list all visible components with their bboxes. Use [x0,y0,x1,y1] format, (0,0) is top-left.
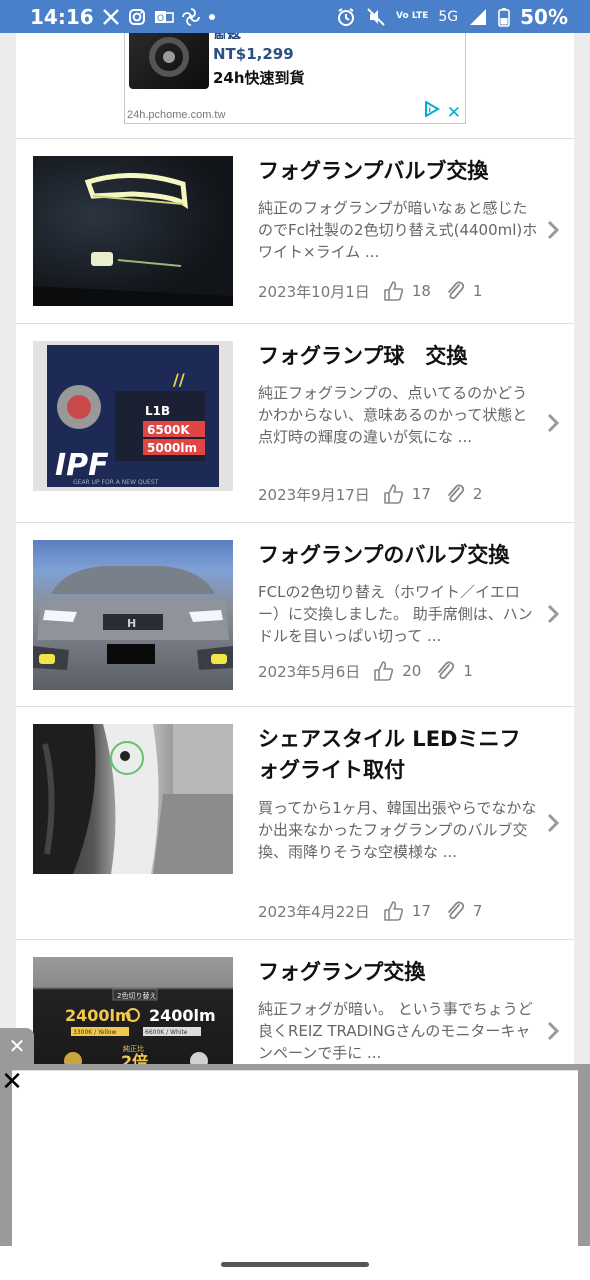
article-date: 2023年9月17日 [258,485,370,504]
instagram-icon [128,8,146,26]
chevron-right-icon[interactable] [546,412,560,434]
list-item[interactable]: // L1B 6500K 5000lm IPF GEAR UP FOR A NE… [16,324,574,523]
home-gesture-handle[interactable] [221,1262,369,1267]
clip-icon [448,484,465,503]
article-description: 純正のフォグランプが暗いなぁと感じたのでFcl社製の2色切り替え式(4400ml… [258,199,538,261]
clip-count: 7 [472,902,483,920]
chevron-right-icon[interactable] [546,812,560,834]
article-date: 2023年10月1日 [258,282,370,301]
top-ad[interactable]: 風格 NT$1,299 24h快速到貨 24h.pchome.com.tw i … [124,33,466,124]
clip-count: 1 [472,282,483,300]
svg-text:6600K / White: 6600K / White [145,1029,188,1036]
article-description: 純正フォグランプの、点いてるのかどうかわからない、意味あるのかって状態と点灯時の… [258,384,528,446]
clip-count: 1 [463,662,473,680]
clip-icon [438,661,455,680]
mute-icon [366,7,386,27]
volte-icon: Vo LTE [396,12,428,21]
chevron-right-icon[interactable] [546,1020,560,1042]
side-close-icon[interactable]: ✕ [0,1028,34,1064]
svg-text://: // [173,370,185,389]
article-meta: 2023年9月17日 17 2 [258,482,494,506]
article-title[interactable]: フォグランプ球 交換 [258,341,538,372]
ad-price: NT$1,299 [213,45,294,63]
status-bar: 14:16 O Vo LTE 5G 50% [0,0,590,33]
signal-icon [468,7,488,27]
system-nav-bar [0,1246,590,1280]
ad-domain[interactable]: 24h.pchome.com.tw [127,109,225,121]
volte-label: Vo LTE [396,11,429,21]
article-meta: 2023年4月22日 17 7 [258,899,494,923]
bottom-ad-frame-right [578,1064,590,1248]
svg-text:H: H [127,617,136,630]
list-item[interactable]: シェアスタイル LEDミニフォグライト取付 買ってから1ヶ月、韓国出張やらでなか… [16,707,574,940]
article-date: 2023年5月6日 [258,662,361,681]
ad-choices-icon[interactable]: i [423,100,441,121]
chevron-right-icon[interactable] [546,219,560,241]
like-icon [374,661,394,681]
svg-text:5000lm: 5000lm [147,441,197,455]
like-count: 18 [411,282,431,300]
like-count: 17 [411,902,431,920]
svg-text:IPF: IPF [55,448,109,483]
pinwheel-icon [181,7,200,26]
list-item[interactable]: H フォグランプのバルブ交換 FCLの2色切り替え（ホワイト／イエロー）に交換し… [16,523,574,707]
article-thumbnail[interactable]: // L1B 6500K 5000lm IPF GEAR UP FOR A NE… [33,341,233,491]
bottom-overlay-ad[interactable] [12,1070,578,1246]
alarm-icon [336,7,356,27]
outlook-icon: O [154,8,174,26]
svg-text:O: O [157,14,164,24]
article-title[interactable]: フォグランプバルブ交換 [258,156,538,187]
list-item[interactable]: フォグランプバルブ交換 純正のフォグランプが暗いなぁと感じたのでFcl社製の2色… [16,139,574,324]
ad-product-image[interactable] [129,33,209,89]
like-count: 20 [402,662,422,680]
status-time: 14:16 [30,4,94,29]
chevron-right-icon[interactable] [546,603,560,625]
ad-close-icon[interactable]: ✕ [447,103,461,123]
twitter-x-icon [102,8,120,26]
svg-text:3300K / Yellow: 3300K / Yellow [73,1029,117,1036]
svg-text:2400lm: 2400lm [149,1006,216,1025]
article-title[interactable]: フォグランプのバルブ交換 [258,540,538,571]
svg-text:6500K: 6500K [147,423,190,437]
battery-icon [498,7,510,27]
svg-text:GEAR UP FOR A NEW QUEST: GEAR UP FOR A NEW QUEST [73,479,159,486]
article-title[interactable]: シェアスタイル LEDミニフォグライト取付 [258,724,538,786]
clip-icon [448,901,465,920]
article-meta: 2023年5月6日 20 1 [258,659,485,683]
like-icon [384,484,403,504]
clip-icon [448,281,465,300]
clip-count: 2 [472,485,483,503]
article-description: 純正フォグが暗い。 という事でちょうど良くREIZ TRADINGさんのモニター… [258,1000,533,1062]
dot-icon [208,13,216,21]
article-description: 買ってから1ヶ月、韓国出張やらでなかなか出来なかったフォグランプのバルブ交換、雨… [258,799,537,861]
article-thumbnail[interactable] [33,724,233,874]
like-icon [384,281,403,301]
top-ad-banner: 風格 NT$1,299 24h快速到貨 24h.pchome.com.tw i … [16,33,574,139]
article-date: 2023年4月22日 [258,902,370,921]
network-label: 5G [438,8,459,25]
svg-text:L1B: L1B [145,404,170,418]
article-thumbnail[interactable]: H [33,540,233,690]
like-icon [384,901,403,921]
ad-tagline: 24h快速到貨 [213,69,305,87]
article-meta: 2023年10月1日 18 1 [258,279,494,303]
like-count: 17 [411,485,431,503]
article-description: FCLの2色切り替え（ホワイト／イエロー）に交換しました。 助手席側は、ハンドル… [258,583,533,645]
ad-headline-truncated: 風格 [213,33,241,39]
svg-text:i: i [429,106,431,114]
close-icon[interactable]: ✕ [0,1068,24,1096]
article-title[interactable]: フォグランプ交換 [258,957,538,988]
svg-text:2400lm: 2400lm [65,1006,132,1025]
svg-text:2色切り替え: 2色切り替え [117,991,156,1000]
battery-percent: 50% [520,4,568,29]
article-thumbnail[interactable] [33,156,233,306]
